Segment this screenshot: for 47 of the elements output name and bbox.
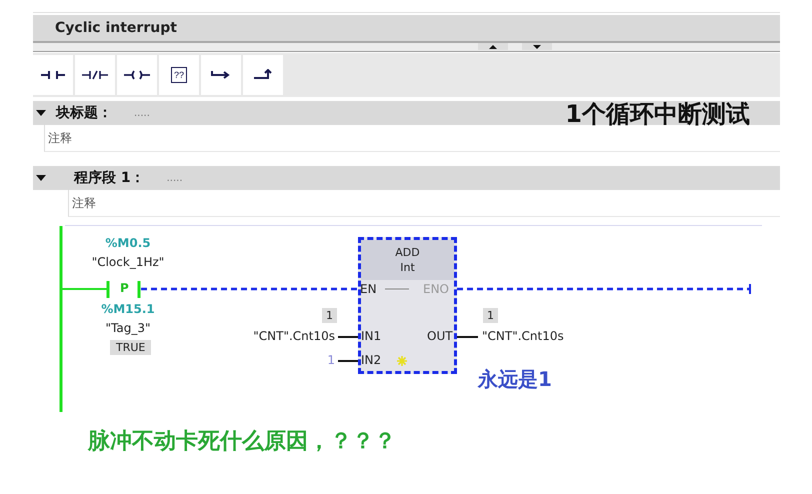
toolbar-button[interactable]	[117, 55, 157, 95]
input-wire	[338, 360, 358, 362]
toolbar-button[interactable]	[33, 55, 73, 95]
negated-contact-icon	[82, 70, 108, 80]
network-label: 程序段 1：	[74, 169, 145, 187]
status-value: TRUE	[110, 340, 152, 355]
pin-label: EN	[360, 282, 377, 296]
monitor-value: 1	[483, 308, 498, 323]
block-title-label: 块标题：	[56, 104, 112, 122]
box-name: ADD	[395, 246, 420, 259]
box-type: Int	[400, 261, 415, 274]
input-wire	[338, 336, 358, 338]
toolbar-button[interactable]	[243, 55, 283, 95]
operand-tag: "Clock_1Hz"	[92, 255, 164, 269]
comment-field[interactable]: 注释	[68, 190, 780, 217]
toolbar-button[interactable]	[75, 55, 115, 95]
toolbar-button[interactable]: ??	[159, 55, 199, 95]
collapse-toggle[interactable]	[36, 174, 48, 182]
output-wire	[457, 336, 478, 338]
pin-label: IN2	[361, 353, 382, 367]
operand-tag: "Tag_3"	[106, 321, 150, 335]
annotation-text: 永远是1	[478, 366, 552, 393]
collapse-toggle[interactable]	[36, 109, 48, 117]
monitor-value: 1	[322, 308, 337, 323]
asterisk-icon	[396, 355, 408, 367]
comment-field[interactable]: 注释	[44, 125, 780, 152]
coil-icon	[124, 70, 150, 80]
pin-label: OUT	[427, 329, 453, 343]
editor-title: Cyclic interrupt	[55, 20, 177, 36]
operand-address: %M15.1	[101, 302, 155, 316]
question-text: 脉冲不动卡死什么原因，？？？	[88, 428, 396, 456]
toolbar-button[interactable]	[201, 55, 241, 95]
pin-label: ENO	[423, 282, 450, 296]
edge-label: P	[120, 281, 129, 295]
scroll-down-icon[interactable]	[522, 43, 552, 50]
branch-arrow-icon	[211, 70, 231, 80]
operand-tag: "CNT".Cnt10s	[482, 329, 564, 343]
rung-wire	[61, 288, 108, 290]
operand-address: %M0.5	[105, 236, 151, 250]
scroll-up-icon[interactable]	[478, 43, 508, 50]
branch-close-icon	[253, 69, 273, 81]
pin-label: IN1	[361, 329, 382, 343]
operand-tag: "CNT".Cnt10s	[253, 329, 335, 343]
contact-icon	[41, 70, 65, 80]
constant-value: 1	[327, 353, 335, 367]
internal-wire	[385, 288, 409, 290]
empty-box-icon: ??	[170, 67, 187, 83]
